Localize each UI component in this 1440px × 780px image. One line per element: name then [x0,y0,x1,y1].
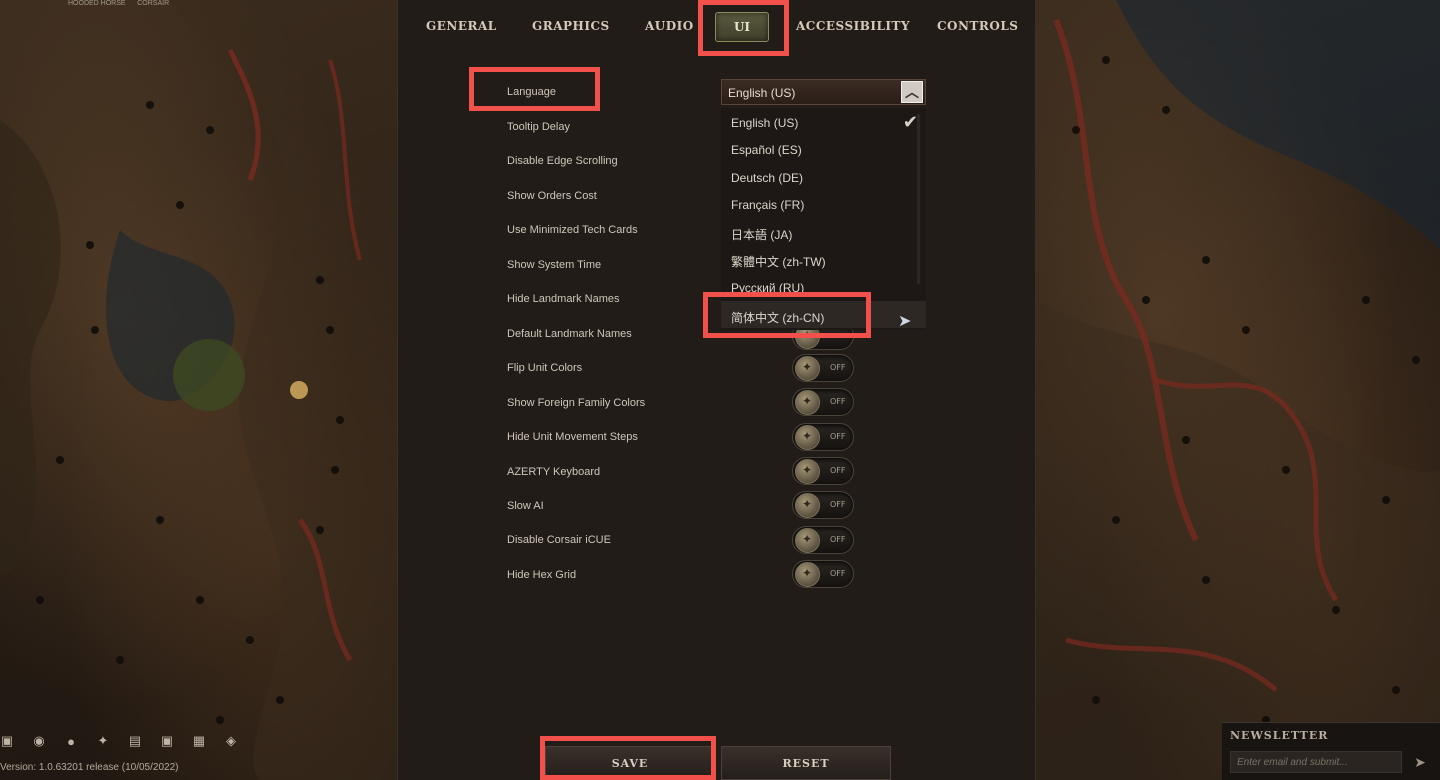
setting-label-show-foreign-family-colors: Show Foreign Family Colors [507,397,646,409]
slow-ai-toggle[interactable]: OFF [792,491,854,519]
language-option-label: 简体中文 (zh-CN) [731,311,825,325]
map-illustration-left [0,0,397,780]
toggle-knob-icon [795,528,820,553]
map-background-right [1036,0,1440,780]
language-option-label: 日本語 (JA) [731,228,793,242]
toggle-state: OFF [830,500,846,509]
toggle-knob-icon [795,390,820,415]
map-background-left: HOODED HORSE CORSAIR [0,0,397,780]
tab-controls[interactable]: CONTROLS [937,19,1018,33]
youtube-icon[interactable]: ▣ [158,732,176,750]
setting-label-azerty-keyboard: AZERTY Keyboard [507,466,601,478]
language-option-zh-cn[interactable]: 简体中文 (zh-CN) [721,301,926,328]
language-label: Language [507,86,556,98]
language-option-label: Deutsch (DE) [731,171,804,185]
toggle-state: OFF [830,569,846,578]
setting-label-show-orders-cost: Show Orders Cost [507,190,597,202]
toggle-state: OFF [830,466,846,475]
language-option-label: 繁體中文 (zh-TW) [731,255,826,269]
save-button[interactable]: SAVE [545,746,715,780]
toggle-knob-icon [795,562,820,587]
setting-label-disable-edge-scrolling: Disable Edge Scrolling [507,155,618,167]
version-text: Version: 1.0.63201 release (10/05/2022) [0,762,179,773]
toggle-state: OFF [830,397,846,406]
setting-label-hide-hex-grid: Hide Hex Grid [507,569,577,581]
settings-panel: GENERAL GRAPHICS AUDIO UI ACCESSIBILITY … [397,0,1036,780]
chevron-up-icon[interactable]: ︿ [901,81,923,103]
publisher-logos: HOODED HORSE CORSAIR [68,0,169,7]
language-option-label: Español (ES) [731,143,802,157]
setting-label-slow-ai: Slow AI [507,500,544,512]
settings-tabs: GENERAL GRAPHICS AUDIO UI ACCESSIBILITY … [398,0,1037,54]
setting-label-flip-unit-colors: Flip Unit Colors [507,362,583,374]
tab-general[interactable]: GENERAL [426,19,497,33]
hide-unit-movement-steps-toggle[interactable]: OFF [792,423,854,451]
hooded-horse-logo: HOODED HORSE [68,0,126,7]
language-option-label: English (US) [731,116,799,130]
corsair-logo: CORSAIR [137,0,170,7]
language-option-es[interactable]: Español (ES) [721,135,926,162]
reset-button[interactable]: RESET [721,746,891,780]
toggle-state: OFF [830,363,846,372]
setting-label-use-minimized-tech-cards: Use Minimized Tech Cards [507,224,638,236]
wiki-icon[interactable]: ◈ [222,732,240,750]
show-foreign-family-colors-toggle[interactable]: OFF [792,388,854,416]
map-illustration-right [1036,0,1440,780]
language-option-ru[interactable]: Русский (RU) [721,273,926,300]
toggle-knob-icon [795,493,820,518]
setting-label-hide-landmark-names: Hide Landmark Names [507,293,620,305]
steam-icon[interactable]: ▣ [0,732,16,750]
language-option-label: Français (FR) [731,198,805,212]
azerty-keyboard-toggle[interactable]: OFF [792,457,854,485]
checkmark-icon: ✔ [902,112,918,132]
toggle-state: OFF [830,432,846,441]
disable-corsair-icue-toggle[interactable]: OFF [792,526,854,554]
toggle-knob-icon [795,356,820,381]
twitter-icon[interactable]: ✦ [94,732,112,750]
language-selected-value: English (US) [728,86,796,100]
flip-unit-colors-toggle[interactable]: OFF [792,354,854,382]
language-option-zh-tw[interactable]: 繁體中文 (zh-TW) [721,245,926,272]
toggle-knob-icon [795,459,820,484]
setting-label-default-landmark-names: Default Landmark Names [507,328,632,340]
language-option-fr[interactable]: Français (FR) [721,190,926,217]
language-option-ja[interactable]: 日本語 (JA) [721,218,926,245]
forum-icon[interactable]: ▦ [190,732,208,750]
newsletter-box: NEWSLETTER ➤ [1222,722,1440,780]
setting-label-show-system-time: Show System Time [507,259,602,271]
hide-hex-grid-toggle[interactable]: OFF [792,560,854,588]
language-option-de[interactable]: Deutsch (DE) [721,163,926,190]
language-option-en-us[interactable]: English (US) ✔ [721,108,926,135]
reddit-icon[interactable]: ● [62,732,80,750]
toggle-knob-icon [795,425,820,450]
tab-accessibility[interactable]: ACCESSIBILITY [796,19,910,33]
tab-graphics[interactable]: GRAPHICS [532,19,610,33]
language-option-label: Русский (RU) [731,281,805,295]
language-dropdown[interactable]: English (US) ︿ [721,79,926,105]
setting-label-disable-corsair-icue: Disable Corsair iCUE [507,534,611,546]
tab-ui[interactable]: UI [715,12,769,42]
language-dropdown-list: English (US) ✔ Español (ES) Deutsch (DE)… [721,108,926,330]
setting-label-tooltip-delay: Tooltip Delay [507,121,570,133]
newsletter-email-input[interactable] [1230,751,1402,773]
setting-label-hide-unit-movement-steps: Hide Unit Movement Steps [507,431,638,443]
send-icon[interactable]: ➤ [1408,751,1432,773]
toggle-state: OFF [830,535,846,544]
mouse-cursor-icon: ➤ [898,313,912,330]
twitch-icon[interactable]: ▤ [126,732,144,750]
newsletter-title: NEWSLETTER [1230,729,1329,742]
tab-audio[interactable]: AUDIO [645,19,694,33]
discord-icon[interactable]: ◉ [30,732,48,750]
